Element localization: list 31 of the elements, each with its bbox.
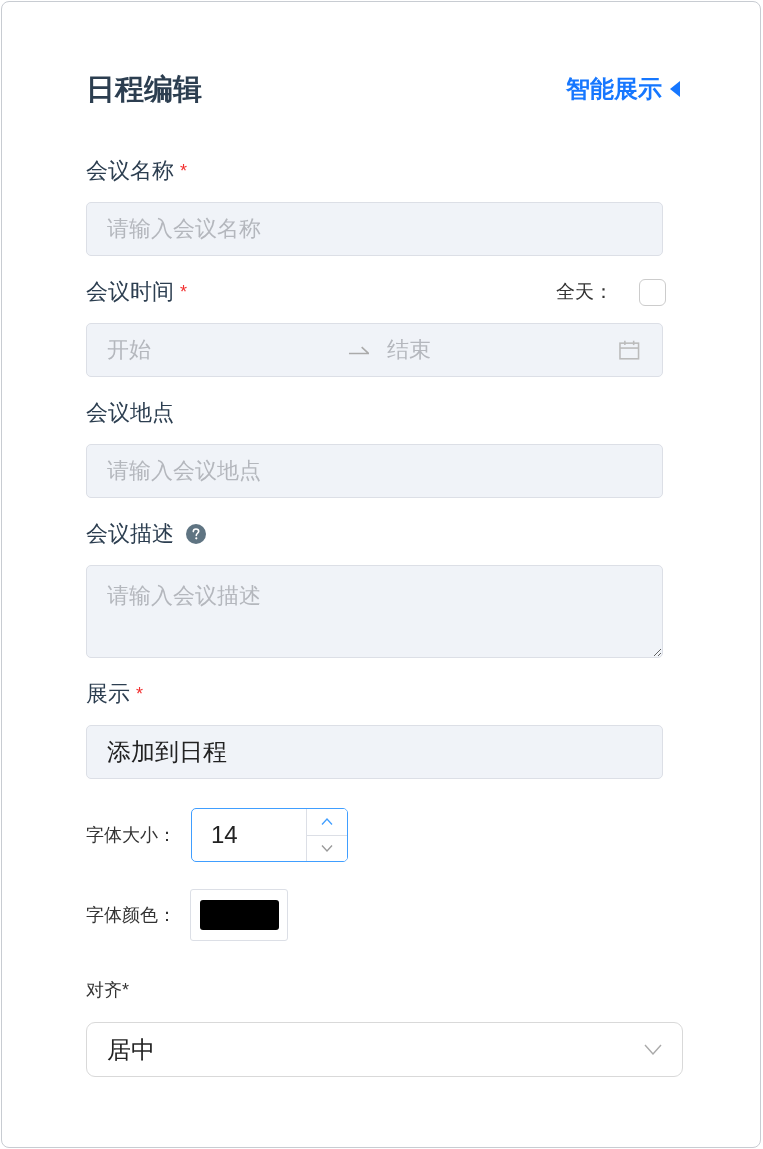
chevron-down-icon	[321, 844, 333, 852]
chevron-down-icon	[644, 1044, 662, 1055]
align-label: 对齐*	[86, 979, 129, 1002]
font-color-label: 字体颜色：	[86, 904, 177, 927]
required-mark: *	[180, 282, 187, 302]
decrement-button[interactable]	[307, 834, 347, 861]
font-size-input[interactable]: 14	[191, 808, 348, 862]
start-date-input[interactable]: 开始	[107, 334, 337, 366]
required-mark: *	[136, 684, 143, 704]
align-select[interactable]: 居中	[86, 1022, 683, 1077]
chevron-up-icon	[321, 818, 333, 826]
field-label: 展示	[86, 680, 130, 708]
required-mark: *	[180, 161, 187, 181]
field-label: 会议名称	[86, 157, 174, 185]
page-title: 日程编辑	[86, 72, 202, 107]
field-label: 会议描述	[86, 520, 174, 548]
calendar-icon[interactable]	[619, 340, 640, 360]
color-picker-button[interactable]	[190, 889, 288, 941]
text-input[interactable]: 添加到日程	[86, 725, 663, 779]
text-input[interactable]: 请输入会议地点	[86, 444, 663, 498]
description-textarea[interactable]: 请输入会议描述	[86, 565, 663, 658]
text-input[interactable]: 请输入会议名称	[86, 202, 663, 256]
all-day-checkbox[interactable]	[639, 278, 666, 306]
field-label: 会议地点	[86, 399, 174, 427]
smart-display-toggle[interactable]: 智能展示	[566, 73, 680, 105]
all-day-label: 全天：	[556, 280, 613, 304]
end-date-input[interactable]: 结束	[387, 334, 610, 366]
help-icon[interactable]	[186, 524, 206, 544]
date-range-field[interactable]: 开始 结束	[86, 323, 663, 377]
font-size-label: 字体大小：	[86, 824, 177, 847]
field-label: 会议时间	[86, 278, 174, 306]
